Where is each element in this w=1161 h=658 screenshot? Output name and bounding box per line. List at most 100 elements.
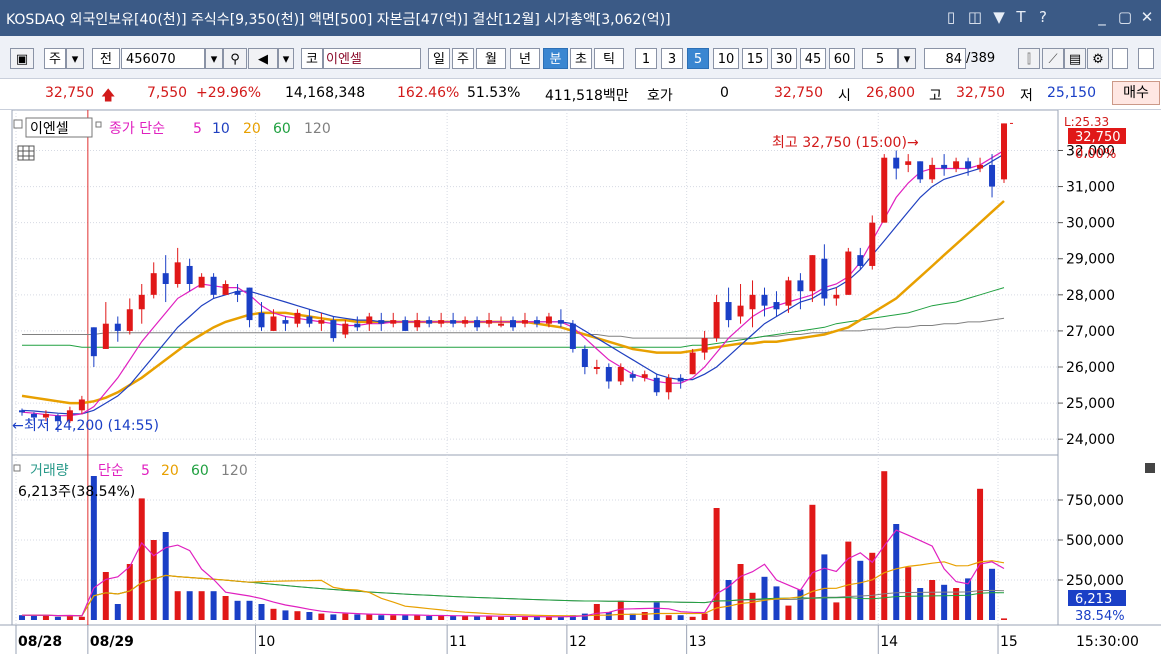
- stock-chart[interactable]: 24,000 25,000 26,000 27,000 28,000 29,000 30,0…: [0, 109, 1161, 654]
- candle-body: [689, 352, 696, 375]
- candle-body: [737, 305, 744, 317]
- candle-body: [102, 323, 109, 349]
- period-year[interactable]: 년: [510, 48, 540, 69]
- open-price: 26,800: [866, 85, 915, 101]
- candle-body: [294, 312, 301, 324]
- buy-button[interactable]: 매수: [1112, 81, 1160, 105]
- last-price: 32,750: [774, 85, 823, 101]
- interval-select[interactable]: 5: [862, 48, 898, 69]
- market-type-select[interactable]: 주: [44, 48, 66, 69]
- volume-bar: [258, 604, 265, 620]
- pct-tag: 0.00%: [1075, 147, 1116, 162]
- minimize-icon[interactable]: _: [1094, 8, 1110, 26]
- volume-bar: [246, 600, 253, 620]
- interval-dropdown-icon[interactable]: ▾: [898, 48, 916, 69]
- candle-body: [857, 255, 864, 266]
- chart-area[interactable]: 24,000 25,000 26,000 27,000 28,000 29,000 30,0…: [0, 109, 1161, 654]
- candle-body: [354, 323, 361, 328]
- table-icon[interactable]: [17, 145, 35, 161]
- candle-body: [78, 399, 85, 411]
- interval-10[interactable]: 10: [713, 48, 739, 69]
- volume-bar: [174, 591, 181, 620]
- volume-bar: [689, 616, 696, 620]
- maximize-icon[interactable]: ▢: [1117, 8, 1133, 26]
- ma5-line: [21, 149, 1005, 417]
- period-minute[interactable]: 분: [543, 48, 568, 69]
- volume-bar: [474, 616, 481, 620]
- period-month[interactable]: 월: [476, 48, 506, 69]
- help-icon[interactable]: ?: [1035, 8, 1051, 26]
- low-label: 저: [1020, 88, 1033, 104]
- interval-60[interactable]: 60: [829, 48, 855, 69]
- pin-icon[interactable]: ▼: [991, 8, 1007, 26]
- candle-body: [965, 161, 972, 169]
- candle-body: [246, 287, 253, 321]
- close-panel-icon[interactable]: [1145, 463, 1155, 473]
- interval-15[interactable]: 15: [742, 48, 768, 69]
- volume-ratio: 162.46%: [397, 85, 460, 101]
- candle-body: [821, 258, 828, 299]
- volume-bar: [114, 604, 121, 620]
- option-checkbox-2[interactable]: [1138, 48, 1154, 69]
- stock-name-field[interactable]: 이엔셀: [323, 48, 421, 69]
- volume-bar: [749, 592, 756, 620]
- volume-bar: [222, 596, 229, 620]
- interval-30[interactable]: 30: [771, 48, 797, 69]
- period-week[interactable]: 주: [452, 48, 474, 69]
- volume-bar: [30, 615, 37, 620]
- chevron-down-icon[interactable]: ▾: [66, 48, 84, 69]
- speaker-icon[interactable]: ◀︎: [248, 48, 278, 69]
- font-icon[interactable]: T: [1013, 8, 1029, 26]
- layout-icon[interactable]: ▣: [10, 48, 34, 69]
- interval-3[interactable]: 3: [661, 48, 683, 69]
- candle-body: [977, 164, 984, 169]
- candle-body: [366, 316, 373, 324]
- candle-body: [342, 323, 349, 335]
- volume-bar: [342, 613, 349, 620]
- search-icon[interactable]: ⚲: [223, 48, 247, 69]
- candle-body: [90, 327, 97, 357]
- volume-bar: [42, 615, 49, 620]
- change-percent: +29.96%: [196, 85, 262, 101]
- volume-bar: [450, 616, 457, 620]
- period-second[interactable]: 초: [570, 48, 592, 69]
- all-button[interactable]: 전: [92, 48, 120, 69]
- interval-5[interactable]: 5: [687, 48, 709, 69]
- candle-body: [270, 316, 277, 331]
- high-arrow-icon: →: [907, 135, 919, 151]
- restore-icon[interactable]: ▯: [943, 8, 959, 26]
- volume-bar: [462, 616, 469, 620]
- volume-tick-label: 250,000: [1066, 573, 1124, 589]
- ma60-label: 60: [273, 121, 291, 137]
- interval-45[interactable]: 45: [800, 48, 826, 69]
- candle-body: [426, 320, 433, 324]
- gear-icon[interactable]: ⚙: [1087, 48, 1109, 69]
- volume-ma120-line: [22, 574, 1005, 617]
- page-total-label: /389: [966, 51, 996, 66]
- code-dropdown-icon[interactable]: ▾: [205, 48, 223, 69]
- window-icon[interactable]: ◫: [967, 8, 983, 26]
- page-current-input[interactable]: 84: [924, 48, 966, 69]
- option-checkbox[interactable]: [1112, 48, 1128, 69]
- candle-body: [486, 320, 493, 324]
- candle-body: [402, 320, 409, 331]
- x-tick-label: 08/28: [18, 634, 62, 650]
- period-tick[interactable]: 틱: [594, 48, 624, 69]
- vol-ma20-label: 20: [161, 463, 179, 479]
- candle-body: [941, 164, 948, 169]
- stock-code-input[interactable]: 456070: [121, 48, 205, 69]
- volume-bar: [797, 589, 804, 620]
- save-icon[interactable]: ▤: [1064, 48, 1086, 69]
- bid-label: 호가: [647, 88, 673, 104]
- speaker-dropdown-icon[interactable]: ▾: [278, 48, 294, 69]
- volume-bar: [965, 578, 972, 620]
- candle-body: [521, 320, 528, 324]
- interval-1[interactable]: 1: [635, 48, 657, 69]
- period-day[interactable]: 일: [428, 48, 450, 69]
- candle-type-icon[interactable]: ⫿: [1018, 48, 1040, 69]
- close-icon[interactable]: ✕: [1139, 8, 1155, 26]
- price-tick-label: 28,000: [1066, 288, 1115, 304]
- draw-line-icon[interactable]: ⟋: [1042, 48, 1064, 69]
- volume-bar: [54, 616, 61, 620]
- ma20-label: 20: [243, 121, 261, 137]
